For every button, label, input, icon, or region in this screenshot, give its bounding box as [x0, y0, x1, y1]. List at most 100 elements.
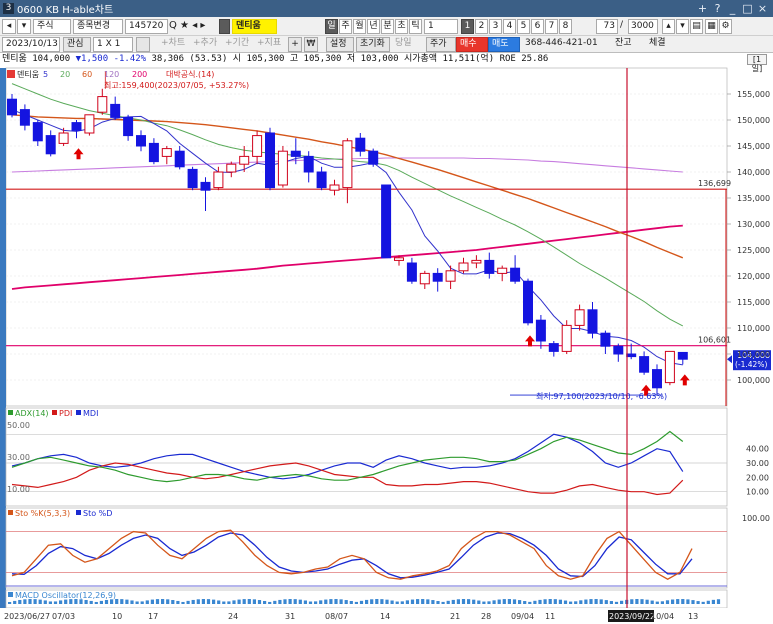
stock-code-input[interactable]: 145720: [125, 19, 168, 34]
tab-day[interactable]: 일: [325, 19, 338, 34]
macd-bar: [339, 599, 343, 604]
quick-5[interactable]: 5: [517, 19, 530, 34]
candle-down: [19, 109, 30, 126]
setting-button[interactable]: 설정: [326, 37, 354, 52]
macd-bar: [232, 600, 236, 604]
mode-select[interactable]: 종목변경: [73, 19, 123, 34]
candle-up: [445, 270, 456, 282]
currency-icon[interactable]: ₩: [304, 37, 318, 52]
crosshair-icon[interactable]: +: [288, 37, 302, 52]
add-period-link[interactable]: +기간: [222, 37, 252, 52]
macd-bar: [497, 599, 501, 604]
chart-type-icon[interactable]: [219, 19, 230, 34]
macd-bar: [242, 599, 246, 604]
macd-legend-label: MACD Oscillator(12,26,9): [15, 591, 116, 600]
account-select[interactable]: 368-446-421-01: [522, 37, 608, 52]
price-tick-label: 110,000: [737, 324, 770, 333]
quick-7[interactable]: 7: [545, 19, 558, 34]
macd-bar: [13, 600, 17, 604]
pin-icon[interactable]: ▾: [17, 19, 31, 34]
adx-ref-30: 30.00: [7, 453, 30, 462]
macd-bar: [344, 600, 348, 604]
macd-bar: [79, 599, 83, 604]
candle-down: [355, 137, 366, 152]
adx-legend-mdi: MDI: [83, 409, 98, 418]
grid-icon[interactable]: ▦: [705, 19, 718, 34]
left-scroll-strip[interactable]: [0, 68, 6, 608]
zoom-up-icon[interactable]: ▴: [662, 19, 675, 34]
annotation-high: 최고:159,400(2023/07/05, +53.27%): [104, 80, 249, 90]
tab-week[interactable]: 주: [339, 19, 352, 34]
tab-month[interactable]: 월: [353, 19, 366, 34]
price-tick-label: 145,000: [737, 142, 770, 151]
quick-2[interactable]: 2: [475, 19, 488, 34]
add-item-link[interactable]: +추가: [190, 37, 220, 52]
macd-bar: [365, 599, 369, 604]
macd-bar: [681, 599, 685, 604]
macd-bar: [145, 600, 149, 604]
candle-down: [600, 332, 611, 347]
candle-up: [574, 309, 585, 326]
tab-year[interactable]: 년: [367, 19, 380, 34]
add-window-icon[interactable]: +: [696, 2, 709, 15]
settings-gear-icon[interactable]: ⚙: [719, 19, 732, 34]
window-controls: + ? _ □ ×: [696, 2, 773, 15]
quick-6[interactable]: 6: [531, 19, 544, 34]
balance-checkbox[interactable]: 잔고: [612, 37, 646, 52]
macd-bar: [716, 599, 721, 604]
quick-3[interactable]: 3: [489, 19, 502, 34]
add-chart-link[interactable]: +차트: [158, 37, 188, 52]
help-icon[interactable]: ?: [711, 2, 724, 15]
ratio-select[interactable]: 1 X 1: [93, 37, 133, 52]
macd-bar: [23, 599, 27, 604]
search-star-icons[interactable]: Q ★ ◂ ▸: [169, 19, 217, 34]
tab-tick[interactable]: 틱: [409, 19, 422, 34]
macd-bar: [482, 601, 486, 604]
tab-second[interactable]: 초: [395, 19, 408, 34]
quick-1[interactable]: 1: [461, 19, 474, 34]
chart-area[interactable]: 136,699106,601104,000(-1.42%) 100,000105…: [0, 66, 773, 624]
macd-bar: [706, 600, 710, 604]
executed-checkbox[interactable]: 체결: [646, 37, 680, 52]
zoom-value-input[interactable]: 73: [596, 19, 618, 34]
macd-bar: [375, 599, 379, 604]
candle-down: [123, 116, 134, 137]
sell-button[interactable]: 매도: [488, 37, 520, 52]
quick-4[interactable]: 4: [503, 19, 516, 34]
price-button[interactable]: 주가: [426, 37, 456, 52]
adx-panel-frame: [5, 407, 728, 507]
candle-down: [484, 259, 495, 274]
macd-bar: [614, 601, 619, 604]
macd-bar: [502, 599, 506, 604]
period-count-select[interactable]: 1: [424, 19, 458, 34]
ratio-toggle-icon[interactable]: [136, 37, 150, 52]
maximize-icon[interactable]: □: [741, 2, 754, 15]
minimize-icon[interactable]: _: [726, 2, 739, 15]
zoom-down-icon[interactable]: ▾: [676, 19, 689, 34]
add-indicator-link[interactable]: +지표: [254, 37, 284, 52]
zoom-max-input[interactable]: 3000: [628, 19, 658, 34]
macd-bar: [38, 599, 42, 604]
macd-bar: [84, 599, 88, 604]
candle-up: [394, 257, 404, 261]
tab-minute[interactable]: 분: [381, 19, 394, 34]
interest-button[interactable]: 관심: [63, 37, 91, 52]
reset-button[interactable]: 초기화: [356, 37, 390, 52]
candle-up: [277, 150, 288, 186]
buy-button[interactable]: 매수: [456, 37, 488, 52]
candle-down: [535, 319, 546, 342]
macd-bar: [212, 599, 216, 604]
arrow-left-icon[interactable]: ◂: [2, 19, 16, 34]
window-list-icon[interactable]: ▤: [690, 19, 703, 34]
sto-legend-k: Sto %K(5,3,3): [15, 509, 70, 518]
quote-open: 시 105,300: [232, 54, 285, 64]
period-indicator[interactable]: [1일]: [747, 54, 767, 73]
same-day-checkbox[interactable]: 당일: [392, 37, 424, 52]
date-input[interactable]: 2023/10/13: [2, 37, 60, 52]
macd-bar: [206, 599, 211, 604]
x-axis-label: 10: [112, 612, 122, 621]
close-icon[interactable]: ×: [756, 2, 769, 15]
macd-bar: [227, 601, 231, 604]
market-select[interactable]: 주식: [33, 19, 71, 34]
quick-8[interactable]: 8: [559, 19, 572, 34]
